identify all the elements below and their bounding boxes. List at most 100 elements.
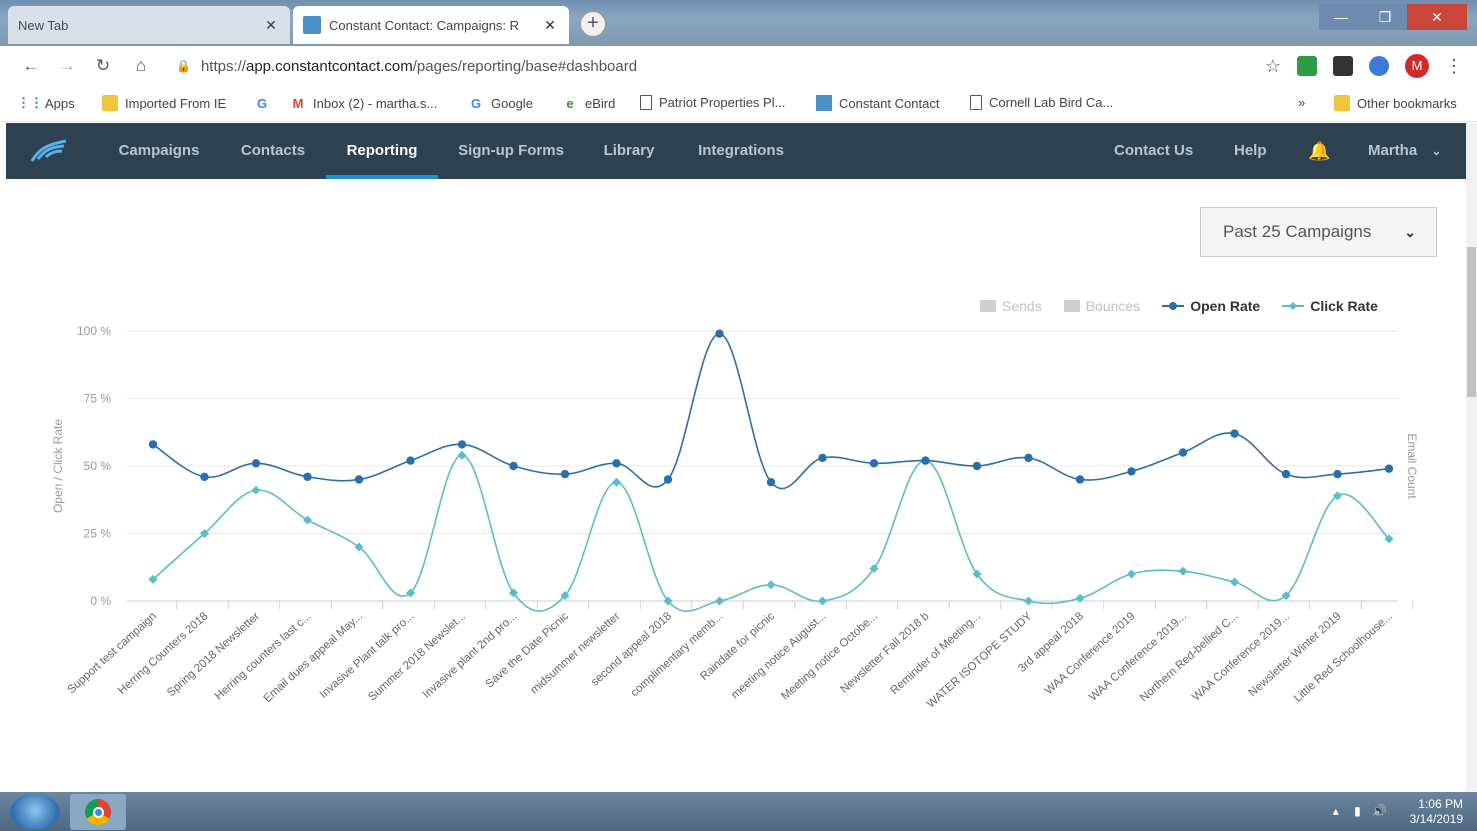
windows-start-icon[interactable] (10, 794, 60, 830)
compass-extension-icon[interactable] (1369, 56, 1389, 76)
y-tick-label: 0 % (90, 594, 111, 608)
tab-label: Constant Contact: Campaigns: R (329, 17, 520, 33)
bookmark-ebird[interactable]: e eBird (562, 95, 615, 111)
address-bar: ← → ↻ ⌂ 🔒 https:// app.constantcontact.c… (0, 46, 1477, 86)
nav-library[interactable]: Library (592, 123, 666, 179)
reload-icon[interactable]: ↻ (88, 56, 118, 76)
x-tick-label: Northern Red-bellied C... (1138, 610, 1241, 704)
url-field[interactable]: 🔒 https:// app.constantcontact.com /page… (176, 52, 1226, 80)
bookmark-constant-contact[interactable]: Constant Contact (816, 95, 939, 111)
constant-contact-icon (816, 95, 832, 111)
forward-arrow-icon[interactable]: → (52, 56, 82, 76)
help-link[interactable]: Help (1234, 123, 1267, 179)
url-scheme: https:// (200, 57, 246, 75)
bookmark-patriot-properties[interactable]: Patriot Properties Pl... (640, 95, 785, 110)
x-tick-label: Email dues appeal May... (262, 610, 365, 705)
page-scrollbar[interactable] (1466, 123, 1477, 791)
nav-label: Campaigns (118, 142, 200, 159)
constant-contact-logo-icon[interactable] (28, 137, 70, 165)
browser-tab-constant-contact[interactable]: Constant Contact: Campaigns: R ✕ (293, 6, 569, 44)
bookmark-other[interactable]: Other bookmarks (1334, 95, 1457, 111)
open-rate-point (148, 440, 158, 449)
scrollbar-thumb[interactable] (1467, 247, 1476, 397)
click-rate-point (303, 515, 312, 525)
ebird-icon: e (566, 95, 574, 111)
x-tick-label: complimentary memb... (629, 610, 726, 699)
open-rate-point (921, 456, 930, 465)
nav-signup-forms[interactable]: Sign-up Forms (448, 123, 574, 179)
user-menu[interactable]: Martha ⌄ (1368, 123, 1441, 179)
open-rate-point (1230, 429, 1239, 438)
profile-avatar[interactable]: M (1405, 54, 1429, 78)
x-tick-label: Newsletter Fall 2018 b (838, 610, 931, 695)
bookmark-star-icon[interactable]: ☆ (1265, 56, 1281, 77)
back-arrow-icon[interactable]: ← (16, 56, 46, 76)
close-icon[interactable]: ✕ (541, 17, 559, 34)
open-rate-point (560, 469, 570, 479)
url-path: /pages/reporting/base#dashboard (412, 57, 638, 75)
click-rate-point (612, 477, 621, 487)
url-host: app.constantcontact.com (245, 57, 413, 75)
bookmark-cornell-lab[interactable]: Cornell Lab Bird Ca... (970, 95, 1113, 110)
open-rate-point (869, 459, 879, 468)
nav-integrations[interactable]: Integrations (686, 123, 796, 179)
folder-icon (102, 95, 118, 111)
app-nav: Campaigns Contacts Reporting Sign-up For… (6, 123, 1466, 179)
bookmark-google-shortcut[interactable]: G (254, 95, 277, 111)
open-rate-point (1075, 475, 1085, 484)
click-rate-point (1024, 596, 1033, 606)
bookmark-label: Inbox (2) - martha.s... (313, 95, 438, 111)
open-rate-point (1384, 464, 1394, 473)
click-rate-point (251, 485, 261, 495)
bookmark-label: Other bookmarks (1357, 95, 1457, 111)
open-rate-point (251, 459, 261, 468)
open-rate-point (509, 461, 518, 471)
bookmark-google[interactable]: G Google (468, 95, 533, 111)
click-rate-point (1127, 569, 1136, 579)
x-tick-label: Herring Counters 2018 (116, 610, 210, 697)
minimize-icon[interactable]: — (1319, 4, 1363, 30)
nav-reporting[interactable]: Reporting (326, 123, 438, 179)
open-rate-point (200, 472, 209, 481)
nav-campaigns[interactable]: Campaigns (104, 123, 214, 179)
close-icon[interactable]: ✕ (262, 17, 280, 34)
taskbar-clock[interactable]: 1:06 PM 3/14/2019 (1410, 797, 1463, 827)
network-icon[interactable]: ▮ (1354, 804, 1361, 818)
open-rate-point (766, 478, 776, 487)
home-icon[interactable]: ⌂ (126, 56, 156, 76)
taskbar-chrome-button[interactable] (70, 794, 126, 830)
volume-icon[interactable]: 🔊 (1372, 804, 1387, 818)
open-rate-point (354, 475, 364, 484)
nav-label: Library (603, 142, 655, 159)
bookmark-apps[interactable]: ⋮⋮ Apps (17, 95, 75, 111)
y-axis-title: Open / Click Rate (51, 419, 65, 513)
notification-bell-icon[interactable]: 🔔 (1308, 123, 1330, 179)
nav-contacts[interactable]: Contacts (228, 123, 318, 179)
keyboard-extension-icon[interactable] (1333, 56, 1353, 76)
maximize-icon[interactable]: ❐ (1363, 4, 1407, 30)
open-rate-point (972, 461, 982, 471)
x-tick-label: WAA Conference 2019 (1043, 610, 1138, 697)
open-rate-point (818, 453, 827, 463)
bookmark-label: Apps (45, 95, 75, 111)
browser-extensions: ☆ M ⋮ (1265, 54, 1463, 78)
y-tick-label: 25 % (84, 527, 112, 541)
bookmarks-overflow[interactable]: » (1298, 95, 1305, 110)
checkmark-extension-icon[interactable] (1297, 56, 1317, 76)
nav-label: Integrations (698, 142, 784, 159)
new-tab-button[interactable]: + (579, 10, 607, 38)
tray-arrow-icon[interactable]: ▴ (1333, 804, 1339, 818)
bookmark-label: Constant Contact (839, 95, 940, 111)
window-close-icon[interactable]: ✕ (1407, 4, 1467, 30)
constant-contact-favicon-icon (303, 16, 321, 34)
browser-tab-strip: New Tab ✕ Constant Contact: Campaigns: R… (0, 0, 1477, 46)
bookmark-inbox[interactable]: M Inbox (2) - martha.s... (290, 95, 438, 111)
active-tab-underline (326, 175, 438, 179)
bookmark-imported-from-ie[interactable]: Imported From IE (102, 95, 226, 111)
kebab-menu-icon[interactable]: ⋮ (1445, 56, 1463, 77)
click-rate-point (1178, 566, 1188, 576)
contact-us-link[interactable]: Contact Us (1114, 123, 1193, 179)
browser-tab-new-tab[interactable]: New Tab ✕ (8, 6, 290, 44)
open-rate-point (406, 456, 415, 465)
system-tray: ▴ ▮ 🔊 (1333, 804, 1387, 818)
